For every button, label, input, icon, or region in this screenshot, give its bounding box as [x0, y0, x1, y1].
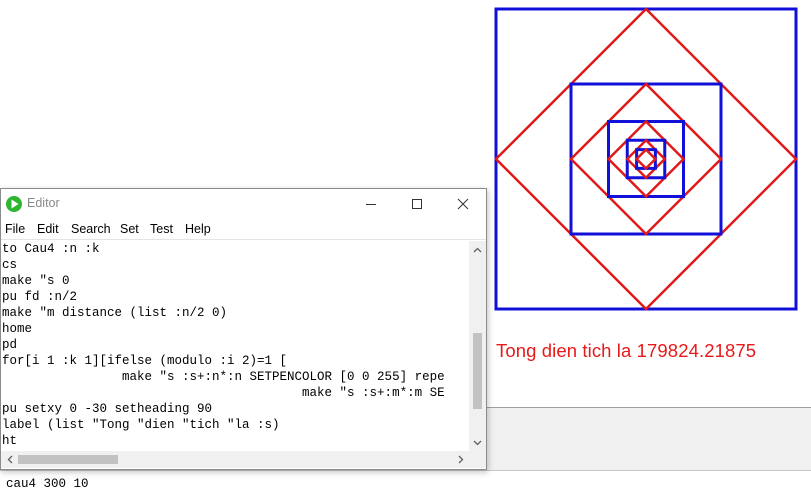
code-line: label (list "Tong "dien "tich "la :s): [2, 418, 280, 432]
canvas-result-label: Tong dien tich la 179824.21875: [496, 340, 757, 361]
scroll-left-button[interactable]: [1, 451, 18, 468]
close-button[interactable]: [440, 189, 486, 218]
editor-title: Editor: [27, 196, 60, 210]
menu-help[interactable]: Help: [185, 222, 211, 236]
horizontal-scrollbar[interactable]: [1, 451, 469, 468]
editor-titlebar[interactable]: Editor: [1, 189, 486, 218]
green-play-icon: [6, 196, 22, 212]
menu-search[interactable]: Search: [71, 222, 111, 236]
code-line: ht: [2, 434, 18, 448]
code-line: make "s 0: [2, 274, 70, 288]
code-line: make "s :s+:m*:m SE: [2, 386, 445, 400]
chevron-down-icon: [473, 440, 482, 445]
scroll-down-button[interactable]: [469, 434, 486, 451]
red-diamond: [625, 138, 667, 180]
menu-test[interactable]: Test: [150, 222, 173, 236]
code-line: pu setxy 0 -30 setheading 90: [2, 402, 213, 416]
blue-square: [494, 7, 798, 311]
menu-edit[interactable]: Edit: [37, 222, 59, 236]
code-line: make "m distance (list :n/2 0): [2, 306, 228, 320]
close-icon: [457, 198, 469, 209]
red-diamond: [634, 147, 658, 171]
menu-file[interactable]: File: [5, 222, 25, 236]
scroll-up-button[interactable]: [469, 241, 486, 258]
minimize-button[interactable]: [348, 189, 394, 218]
blue-square: [625, 138, 667, 180]
blue-square: [569, 82, 723, 236]
code-line: to Cau4 :n :k: [2, 242, 100, 256]
code-line: for[i 1 :k 1][ifelse (modulo :i 2)=1 [: [2, 354, 288, 368]
editor-menubar: File Edit Search Set Test Help: [1, 218, 486, 240]
minimize-icon: [366, 203, 376, 205]
code-line: home: [2, 322, 33, 336]
chevron-right-icon: [458, 455, 463, 464]
code-line: make "s :s+:n*:n SETPENCOLOR [0 0 255] r…: [2, 370, 445, 384]
chevron-up-icon: [473, 247, 482, 252]
menu-set[interactable]: Set: [120, 222, 139, 236]
maximize-button[interactable]: [394, 189, 440, 218]
scroll-right-button[interactable]: [452, 451, 469, 468]
vertical-scrollbar[interactable]: [469, 241, 486, 451]
code-line: pu fd :n/2: [2, 290, 78, 304]
editor-window[interactable]: Editor File Edit Search Set Test Help to…: [0, 188, 487, 470]
blue-square: [607, 120, 685, 198]
red-diamond: [569, 82, 723, 236]
red-diamond: [494, 7, 798, 311]
chevron-left-icon: [7, 455, 12, 464]
red-diamond: [606, 119, 686, 199]
maximize-icon: [412, 198, 422, 209]
code-line: cs: [2, 258, 18, 272]
scrollbar-corner: [469, 451, 486, 468]
code-line: pd: [2, 338, 18, 352]
vertical-scroll-thumb[interactable]: [473, 333, 482, 409]
horizontal-scroll-thumb[interactable]: [18, 455, 118, 464]
blue-square: [635, 148, 657, 170]
code-editor[interactable]: to Cau4 :n :k cs make "s 0 pu fd :n/2 ma…: [1, 241, 469, 451]
command-input[interactable]: cau4 300 10: [0, 470, 811, 498]
